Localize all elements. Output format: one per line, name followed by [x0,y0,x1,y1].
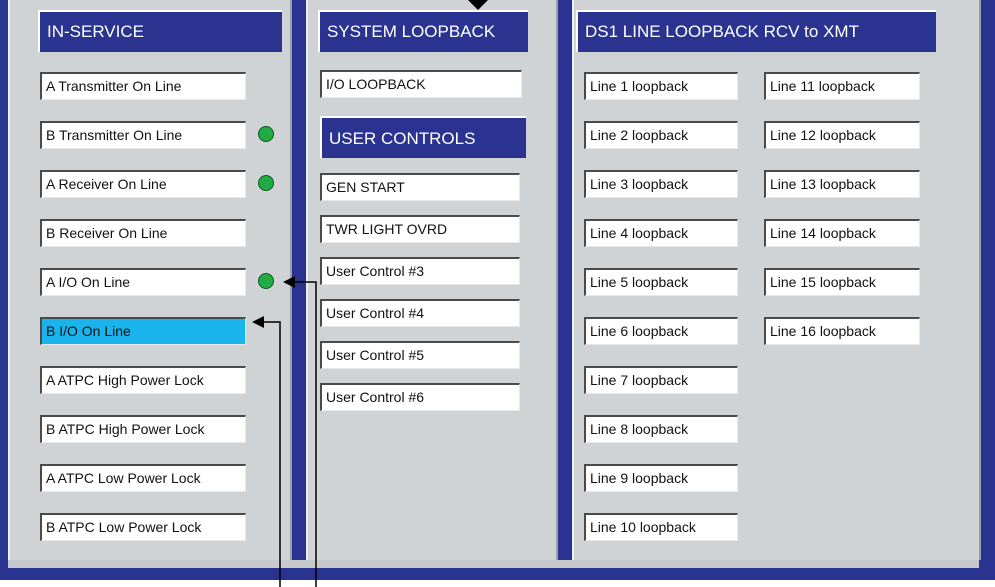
line-loopback-button[interactable]: Line 8 loopback [584,415,738,443]
user-control-button[interactable]: TWR LIGHT OVRD [320,215,520,243]
line-loopback-button[interactable]: Line 10 loopback [584,513,738,541]
bottom-strip [8,560,979,568]
user-controls-header: USER CONTROLS [320,116,526,158]
line-loopback-button[interactable]: Line 5 loopback [584,268,738,296]
in-service-item[interactable]: A Transmitter On Line [40,72,246,100]
in-service-item[interactable]: B Transmitter On Line [40,121,246,149]
in-service-item[interactable]: B ATPC High Power Lock [40,415,246,443]
system-loopback-header: SYSTEM LOOPBACK [318,10,528,52]
user-control-button[interactable]: User Control #4 [320,299,520,327]
status-indicator-icon [258,126,274,142]
line-loopback-button[interactable]: Line 15 loopback [764,268,920,296]
line-loopback-button[interactable]: Line 7 loopback [584,366,738,394]
line-loopback-button[interactable]: Line 14 loopback [764,219,920,247]
user-control-button[interactable]: GEN START [320,173,520,201]
line-loopback-button[interactable]: Line 2 loopback [584,121,738,149]
line-loopback-button[interactable]: Line 3 loopback [584,170,738,198]
in-service-item[interactable]: A I/O On Line [40,268,246,296]
in-service-item[interactable]: B I/O On Line [40,317,246,345]
line-loopback-button[interactable]: Line 4 loopback [584,219,738,247]
ds1-loopback-header: DS1 LINE LOOPBACK RCV to XMT [576,10,936,52]
line-loopback-button[interactable]: Line 11 loopback [764,72,920,100]
in-service-item[interactable]: B ATPC Low Power Lock [40,513,246,541]
status-indicator-icon [258,273,274,289]
in-service-item[interactable]: A ATPC High Power Lock [40,366,246,394]
user-control-button[interactable]: User Control #5 [320,341,520,369]
io-loopback-button[interactable]: I/O LOOPBACK [320,70,522,98]
in-service-item[interactable]: B Receiver On Line [40,219,246,247]
line-loopback-button[interactable]: Line 16 loopback [764,317,920,345]
user-control-button[interactable]: User Control #3 [320,257,520,285]
line-loopback-button[interactable]: Line 12 loopback [764,121,920,149]
in-service-item[interactable]: A Receiver On Line [40,170,246,198]
status-indicator-icon [258,175,274,191]
user-control-button[interactable]: User Control #6 [320,383,520,411]
line-loopback-button[interactable]: Line 13 loopback [764,170,920,198]
in-service-header: IN-SERVICE [38,10,282,52]
line-loopback-button[interactable]: Line 9 loopback [584,464,738,492]
in-service-item[interactable]: A ATPC Low Power Lock [40,464,246,492]
line-loopback-button[interactable]: Line 1 loopback [584,72,738,100]
line-loopback-button[interactable]: Line 6 loopback [584,317,738,345]
